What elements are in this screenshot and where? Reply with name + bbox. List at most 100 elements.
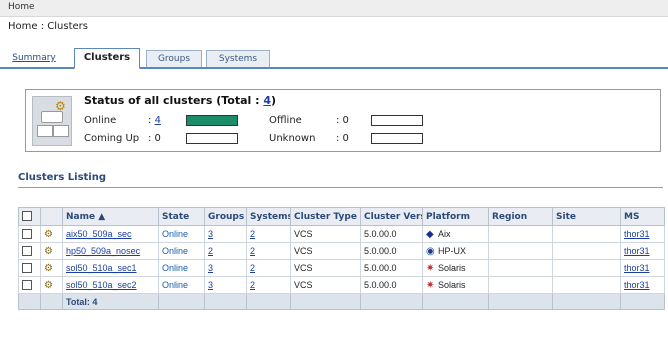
cluster-site: [552, 242, 621, 260]
cluster-ms-link[interactable]: thor31: [620, 242, 665, 260]
online-value: : 4: [148, 115, 161, 126]
cluster-platform: ◆ Aix: [422, 225, 489, 243]
online-label: Online: [84, 115, 117, 126]
cluster-state: Online: [158, 242, 205, 260]
table-row: ⚙ hp50_509a_nosec Online 2 2 VCS 5.0.00.…: [18, 242, 665, 260]
cluster-groups-link[interactable]: 3: [204, 276, 247, 294]
cluster-ms-link[interactable]: thor31: [620, 276, 665, 294]
header-systems[interactable]: Systems: [246, 207, 291, 226]
cluster-region: [488, 259, 553, 277]
cluster-icon: ⚙: [40, 225, 63, 243]
cluster-region: [488, 242, 553, 260]
cluster-name-link[interactable]: sol50_510a_sec2: [62, 276, 159, 294]
table-row: ⚙ sol50_510a_sec1 Online 3 2 VCS 5.0.00.…: [18, 259, 665, 277]
cluster-site: [552, 259, 621, 277]
tab-clusters[interactable]: Clusters: [74, 48, 140, 69]
tab-systems[interactable]: Systems: [206, 50, 270, 67]
cluster-ms-link[interactable]: thor31: [620, 225, 665, 243]
header-platform[interactable]: Platform: [422, 207, 489, 226]
table-total-row: Total: 4: [18, 293, 665, 310]
header-site[interactable]: Site: [552, 207, 621, 226]
cluster-platform: ✷ Solaris: [422, 276, 489, 294]
cluster-state: Online: [158, 276, 205, 294]
clusters-listing-title: Clusters Listing: [18, 172, 107, 183]
cluster-state: Online: [158, 225, 205, 243]
status-title: Status of all clusters (Total : 4): [84, 94, 277, 107]
breadcrumb: Home : Clusters: [8, 21, 88, 32]
cluster-type: VCS: [290, 225, 361, 243]
tab-summary[interactable]: Summary: [4, 50, 64, 66]
cluster-groups-link[interactable]: 3: [204, 259, 247, 277]
offline-bar: [371, 115, 423, 126]
cluster-version: 5.0.00.0: [360, 242, 423, 260]
cluster-platform: ✷ Solaris: [422, 259, 489, 277]
cluster-systems-link[interactable]: 2: [246, 259, 291, 277]
solaris-icon: ✷: [426, 279, 435, 291]
header-state[interactable]: State: [158, 207, 205, 226]
cluster-site: [552, 225, 621, 243]
online-count-link[interactable]: 4: [155, 115, 161, 126]
cluster-name-link[interactable]: aix50_509a_sec: [62, 225, 159, 243]
online-bar: [186, 115, 238, 126]
cluster-groups-link[interactable]: 3: [204, 225, 247, 243]
row-checkbox[interactable]: [18, 259, 41, 277]
cluster-systems-link[interactable]: 2: [246, 242, 291, 260]
cluster-status-icon: ⚙: [32, 96, 72, 146]
header-icon-col: [40, 207, 63, 226]
unknown-bar: [371, 133, 423, 144]
header-groups[interactable]: Groups: [204, 207, 247, 226]
cluster-site: [552, 276, 621, 294]
hp-icon: ◉: [426, 245, 435, 257]
cluster-version: 5.0.00.0: [360, 225, 423, 243]
top-bar: Home: [0, 0, 668, 17]
header-ms[interactable]: MS: [620, 207, 665, 226]
cluster-version: 5.0.00.0: [360, 259, 423, 277]
cluster-icon: ⚙: [40, 259, 63, 277]
clusters-table: Name ▲ State Groups Systems Cluster Type…: [18, 207, 665, 310]
table-header-row: Name ▲ State Groups Systems Cluster Type…: [18, 207, 665, 226]
row-checkbox[interactable]: [18, 225, 41, 243]
top-bar-home[interactable]: Home: [8, 2, 35, 12]
cluster-region: [488, 276, 553, 294]
online-bar-fill: [187, 116, 237, 125]
cluster-platform: ◉ HP-UX: [422, 242, 489, 260]
row-checkbox[interactable]: [18, 242, 41, 260]
tab-groups[interactable]: Groups: [146, 50, 202, 67]
solaris-icon: ✷: [426, 262, 435, 274]
total-count: Total: 4: [62, 293, 159, 310]
cluster-systems-link[interactable]: 2: [246, 225, 291, 243]
header-region[interactable]: Region: [488, 207, 553, 226]
cluster-type: VCS: [290, 242, 361, 260]
coming-up-bar: [186, 133, 238, 144]
table-row: ⚙ aix50_509a_sec Online 3 2 VCS 5.0.00.0…: [18, 225, 665, 243]
cluster-state: Online: [158, 259, 205, 277]
cluster-name-link[interactable]: hp50_509a_nosec: [62, 242, 159, 260]
cluster-type: VCS: [290, 276, 361, 294]
coming-up-label: Coming Up: [84, 133, 140, 144]
status-total-link[interactable]: 4: [263, 94, 271, 107]
row-checkbox[interactable]: [18, 276, 41, 294]
cluster-groups-link[interactable]: 2: [204, 242, 247, 260]
tab-bar: Summary Clusters Groups Systems: [4, 48, 668, 69]
cluster-icon: ⚙: [40, 242, 63, 260]
section-divider: [18, 187, 663, 188]
status-panel: ⚙ Status of all clusters (Total : 4) Onl…: [25, 89, 661, 152]
unknown-label: Unknown: [269, 133, 316, 144]
coming-up-value: : 0: [148, 133, 161, 144]
unknown-value: : 0: [336, 133, 349, 144]
cluster-version: 5.0.00.0: [360, 276, 423, 294]
cluster-ms-link[interactable]: thor31: [620, 259, 665, 277]
table-row: ⚙ sol50_510a_sec2 Online 3 2 VCS 5.0.00.…: [18, 276, 665, 294]
header-cluster-type[interactable]: Cluster Type: [290, 207, 361, 226]
cluster-name-link[interactable]: sol50_510a_sec1: [62, 259, 159, 277]
cluster-systems-link[interactable]: 2: [246, 276, 291, 294]
select-all-checkbox[interactable]: [18, 207, 41, 226]
cluster-region: [488, 225, 553, 243]
header-name[interactable]: Name ▲: [62, 207, 159, 226]
cluster-type: VCS: [290, 259, 361, 277]
offline-label: Offline: [269, 115, 302, 126]
cluster-icon: ⚙: [40, 276, 63, 294]
header-cluster-version[interactable]: Cluster Version: [360, 207, 423, 226]
aix-icon: ◆: [426, 228, 434, 240]
offline-value: : 0: [336, 115, 349, 126]
